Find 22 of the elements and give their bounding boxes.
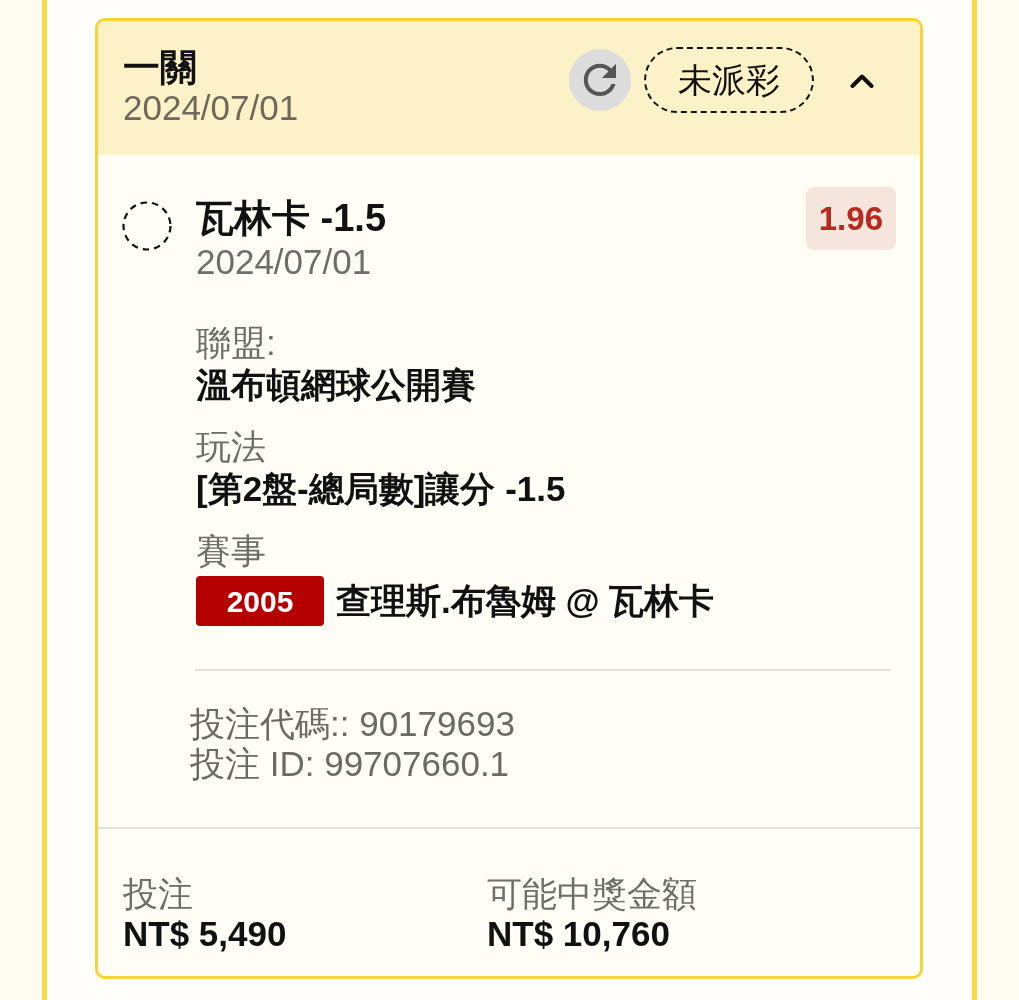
refresh-icon[interactable] [569, 49, 631, 111]
event-code-badge: 2005 [196, 576, 324, 626]
bet-type-title: 一關 [123, 48, 198, 88]
selection-title: 瓦林卡 -1.5 [196, 196, 388, 240]
summary-value: NT$ 5,490 [123, 914, 288, 954]
detail-label: 聯盟: [196, 322, 277, 364]
selection-date: 2024/07/01 [196, 241, 373, 283]
bet-date: 2024/07/01 [123, 88, 299, 127]
summary-label: 可能中獎金額 [487, 874, 697, 914]
odds-badge: 1.96 [805, 187, 896, 250]
bet-code-text: 投注代碼:: 90179693 [190, 704, 516, 744]
match-name: 查理斯.布魯姆 @ 瓦林卡 [336, 580, 715, 622]
detail-label: 玩法 [196, 426, 267, 468]
detail-value: [第2盤-總局數]讓分 -1.5 [196, 468, 567, 510]
summary-value: NT$ 10,760 [487, 914, 671, 954]
detail-value: 溫布頓網球公開賽 [196, 364, 477, 406]
summary-label: 投注 [123, 874, 194, 914]
chevron-up-icon[interactable] [850, 72, 874, 88]
bet-id-text: 投注 ID: 99707660.1 [190, 744, 511, 784]
status-badge: 未派彩 [644, 47, 814, 113]
detail-label: 賽事 [196, 530, 267, 572]
dashed-circle-icon [122, 201, 172, 251]
